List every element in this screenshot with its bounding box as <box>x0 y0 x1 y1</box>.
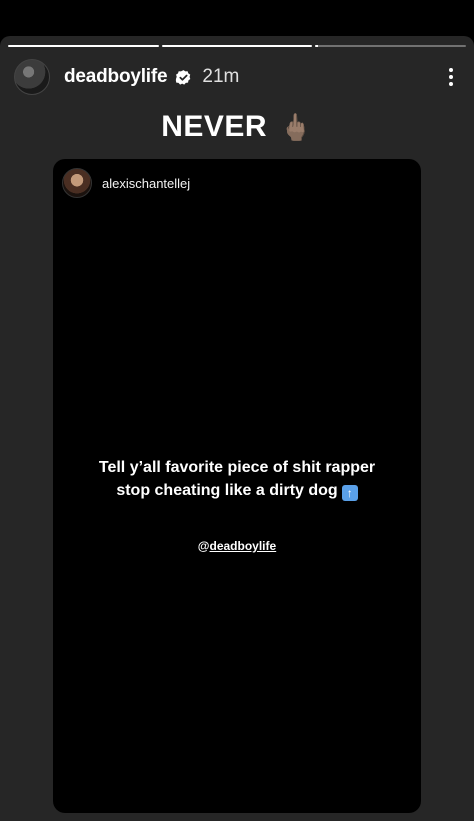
mention-username[interactable]: deadboylife <box>210 539 277 553</box>
verified-badge-icon <box>176 69 191 85</box>
shared-post-text-line: stop cheating like a dirty dog ↑ <box>53 479 421 502</box>
progress-segment-fill <box>315 45 319 47</box>
middle-finger-emoji-icon: 🖕 <box>279 112 313 142</box>
dot <box>449 82 453 86</box>
mention-tag[interactable]: @deadboylife <box>53 539 421 553</box>
shared-post-card[interactable]: alexischantellej Tell y’all favorite pie… <box>53 159 421 813</box>
progress-segment-fill <box>8 45 159 47</box>
dot <box>449 75 453 79</box>
progress-segment-fill <box>161 45 313 47</box>
caption-text: NEVER <box>161 110 268 143</box>
story-caption: NEVER 🖕 <box>0 110 474 144</box>
shared-post-text: Tell y’all favorite piece of shit rapper… <box>53 456 421 502</box>
story-time: 21m <box>202 66 240 87</box>
story-viewer[interactable]: deadboylife 21m NEVER 🖕 alexischantellej… <box>0 36 474 821</box>
shared-post-text-line: Tell y’all favorite piece of shit rapper <box>98 459 376 476</box>
progress-segment <box>8 45 159 47</box>
shared-post-text-line-content: stop cheating like a dirty dog <box>116 482 338 499</box>
mention-at: @ <box>197 539 210 553</box>
shared-post-header[interactable]: alexischantellej <box>62 168 190 198</box>
more-options-icon[interactable] <box>442 65 460 89</box>
shared-post-avatar[interactable] <box>62 168 92 198</box>
trash-symbol-emoji-icon: ↑ <box>341 485 358 501</box>
story-progress-bar <box>8 45 467 48</box>
story-username[interactable]: deadboylife <box>64 66 168 88</box>
dot <box>449 68 453 72</box>
shared-post-username[interactable]: alexischantellej <box>102 176 190 191</box>
story-header: deadboylife 21m <box>14 59 460 95</box>
progress-segment <box>161 45 313 47</box>
progress-segment <box>315 45 467 47</box>
avatar[interactable] <box>14 59 50 95</box>
